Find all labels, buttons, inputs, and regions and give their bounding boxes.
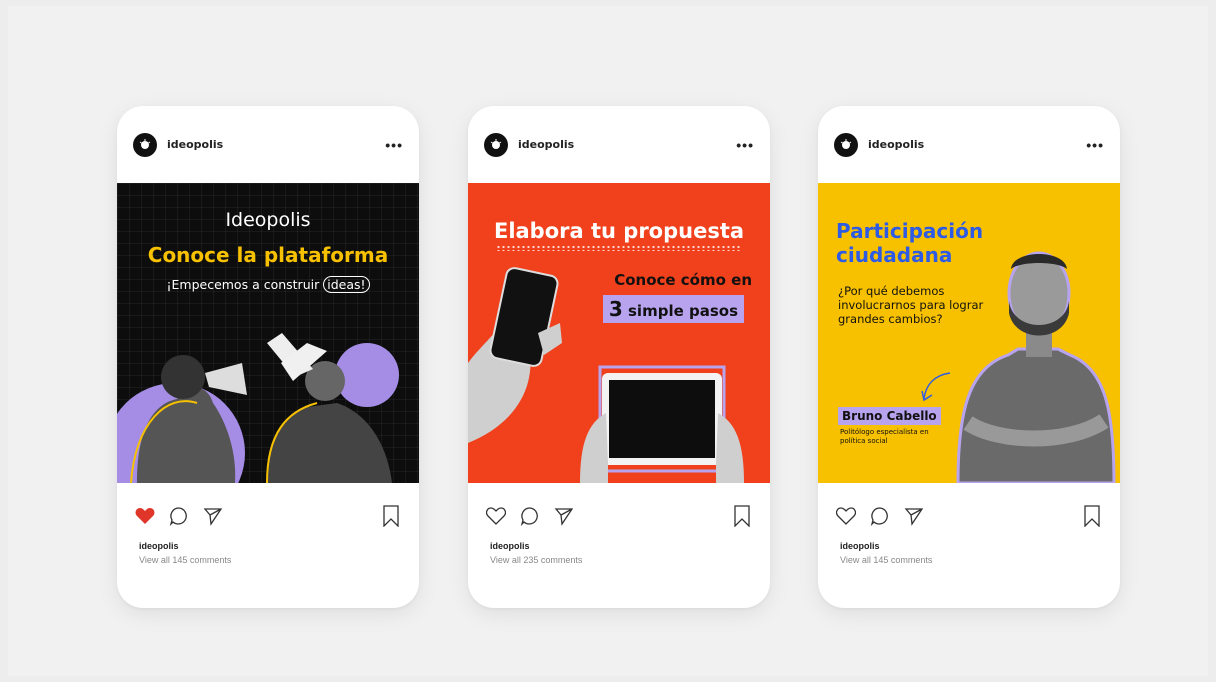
- avatar-logo-icon: [840, 138, 852, 149]
- liked-by-username[interactable]: ideopolis: [490, 541, 530, 551]
- dotted-divider: [496, 245, 742, 251]
- post-username[interactable]: ideopolis: [518, 138, 574, 151]
- speaker-role: Politólogo especialista en política soci…: [840, 428, 929, 445]
- comment-icon[interactable]: [868, 504, 892, 528]
- bookmark-icon[interactable]: [1080, 504, 1104, 528]
- bookmark-icon[interactable]: [379, 504, 403, 528]
- speaker-name: Bruno Cabello: [838, 407, 941, 425]
- brand-logo: Ideopolis: [225, 209, 311, 231]
- post-username[interactable]: ideopolis: [167, 138, 223, 151]
- post-username[interactable]: ideopolis: [868, 138, 924, 151]
- bookmark-icon[interactable]: [730, 504, 754, 528]
- more-options-icon[interactable]: •••: [736, 138, 754, 152]
- view-comments-link[interactable]: View all 235 comments: [490, 555, 582, 565]
- post-actions: [484, 502, 754, 530]
- post-headline: Elabora tu propuesta: [493, 219, 745, 243]
- comment-icon[interactable]: [518, 504, 542, 528]
- post-header: ideopolis •••: [117, 106, 419, 183]
- post-headline: Conoce la plataforma: [147, 243, 389, 267]
- avatar[interactable]: [484, 132, 508, 157]
- heart-icon[interactable]: [484, 504, 508, 528]
- people-with-megaphones-illustration: [117, 333, 399, 483]
- liked-by-username[interactable]: ideopolis: [840, 541, 880, 551]
- view-comments-link[interactable]: View all 145 comments: [840, 555, 932, 565]
- post-header: ideopolis •••: [818, 106, 1120, 183]
- comment-icon[interactable]: [167, 504, 191, 528]
- avatar-logo-icon: [139, 138, 151, 149]
- instagram-post-card: ideopolis ••• Elabora tu propuesta Conoc…: [468, 106, 770, 608]
- post-image[interactable]: Participación ciudadana ¿Por qué debemos…: [818, 183, 1120, 483]
- post-image[interactable]: Ideopolis Conoce la plataforma ¡Empecemo…: [117, 183, 419, 483]
- instagram-post-card: ideopolis ••• Ideopolis Conoce la plataf…: [117, 106, 419, 608]
- post-header: ideopolis •••: [468, 106, 770, 183]
- mockup-background: ideopolis ••• Ideopolis Conoce la plataf…: [8, 6, 1208, 676]
- avatar[interactable]: [834, 132, 858, 157]
- avatar-logo-icon: [490, 138, 502, 149]
- share-icon[interactable]: [552, 504, 576, 528]
- instagram-post-card: ideopolis ••• Participación ciudadana ¿P…: [818, 106, 1120, 608]
- more-options-icon[interactable]: •••: [385, 138, 403, 152]
- avatar[interactable]: [133, 132, 157, 157]
- view-comments-link[interactable]: View all 145 comments: [139, 555, 231, 565]
- share-icon[interactable]: [902, 504, 926, 528]
- heart-icon[interactable]: [133, 504, 157, 528]
- share-icon[interactable]: [201, 504, 225, 528]
- heart-icon[interactable]: [834, 504, 858, 528]
- phone-and-tablet-illustration: [468, 267, 744, 483]
- post-subheadline: ¡Empecemos a construir ideas!: [117, 276, 419, 293]
- post-image[interactable]: Elabora tu propuesta Conoce cómo en 3 si…: [468, 183, 770, 483]
- more-options-icon[interactable]: •••: [1086, 138, 1104, 152]
- liked-by-username[interactable]: ideopolis: [139, 541, 179, 551]
- post-actions: [133, 502, 403, 530]
- post-actions: [834, 502, 1104, 530]
